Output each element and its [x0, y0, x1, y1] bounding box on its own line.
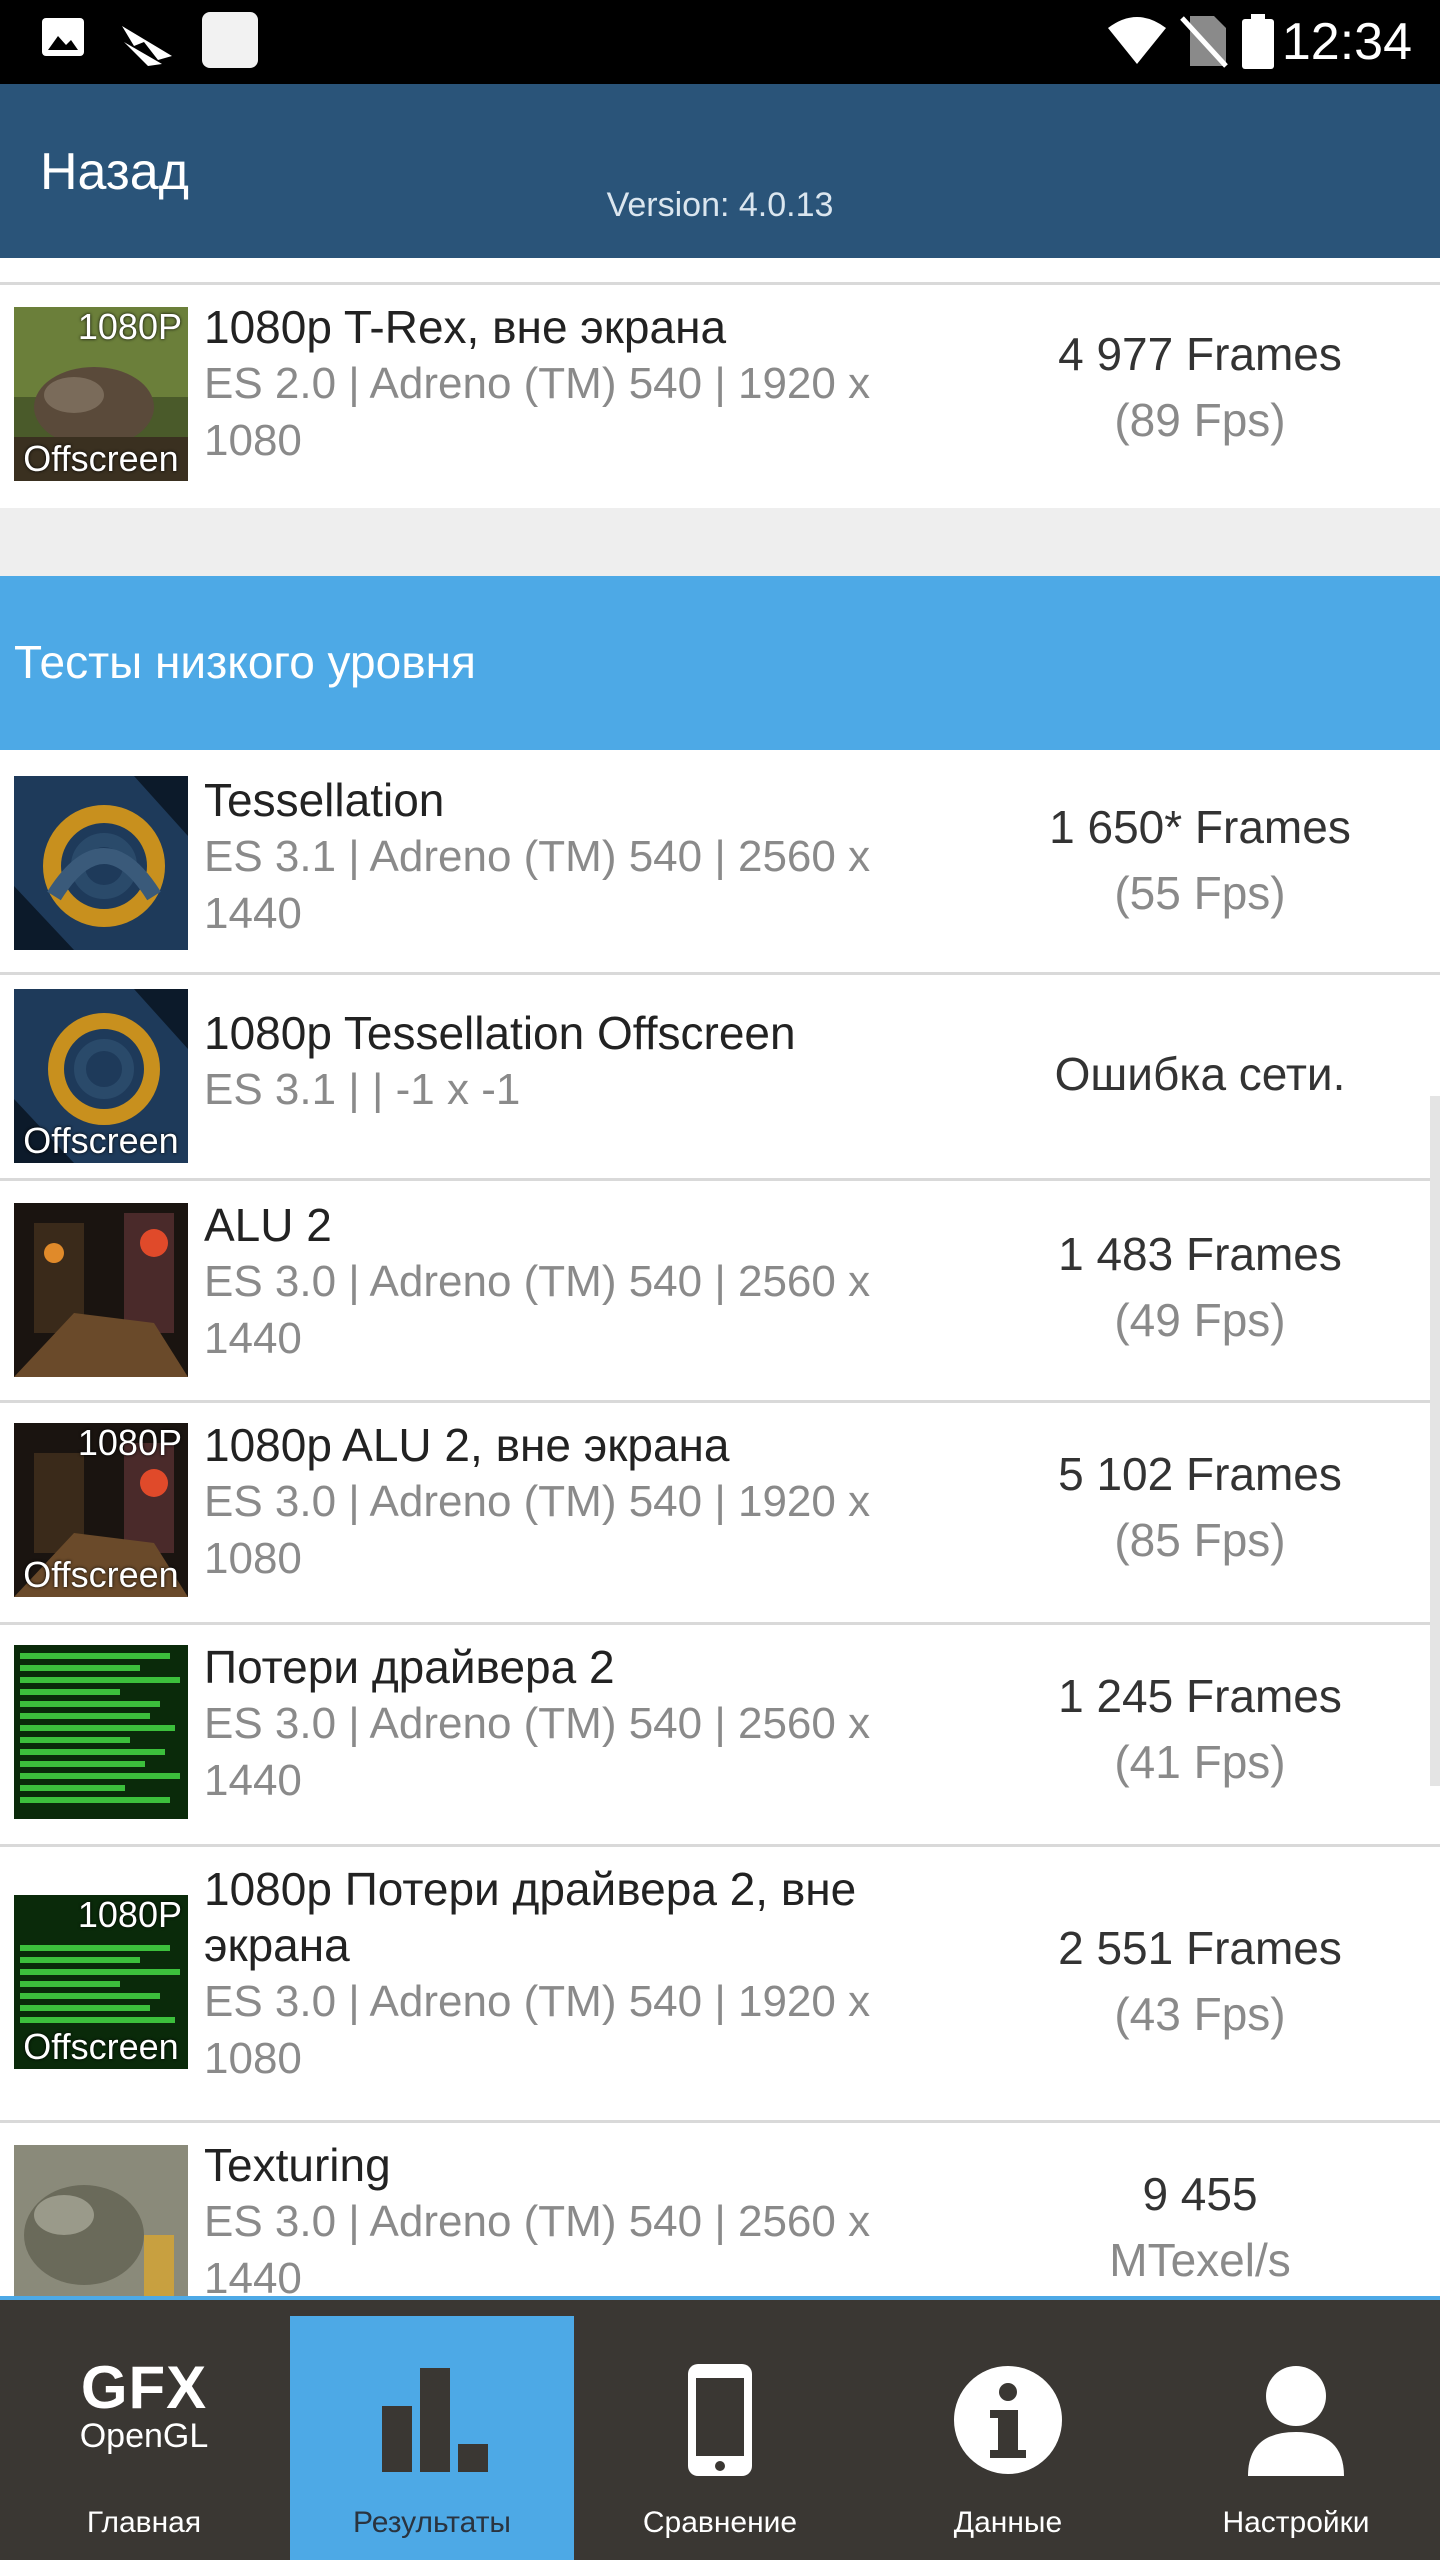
section-title: Тесты низкого уровня — [14, 636, 476, 688]
result-row-trex-offscreen[interactable]: 1080P Offscreen 1080p T-Rex, вне экрана … — [0, 285, 1440, 507]
results-list[interactable]: 1080P Offscreen 1080p T-Rex, вне экрана … — [0, 258, 1440, 2300]
thumb-badge-bottom: Offscreen — [23, 1554, 179, 1595]
nav-home[interactable]: GFX OpenGL Главная — [2, 2316, 286, 2560]
section-gap — [0, 508, 1440, 578]
fps-value: (41 Fps) — [1114, 1736, 1286, 1788]
nav-label: Сравнение — [642, 2506, 798, 2539]
test-subtitle: ES 3.0 | Adreno (TM) 540 | 2560 x 1440 — [204, 1257, 871, 1363]
test-thumbnail — [14, 2145, 188, 2300]
test-title: 1080p T-Rex, вне экрана — [204, 301, 727, 353]
gallery-icon — [40, 14, 86, 65]
fps-value: (49 Fps) — [1114, 1294, 1286, 1346]
test-score: 1 483 Frames (49 Fps) — [980, 1221, 1420, 1353]
result-row-texturing[interactable]: Texturing ES 3.0 | Adreno (TM) 540 | 256… — [0, 2123, 1440, 2300]
logo-gfx-text: GFX — [80, 2354, 208, 2421]
thumb-badge-top: 1080P — [77, 1895, 182, 1935]
test-title: 1080p Tessellation Offscreen — [204, 1007, 796, 1059]
test-score: 1 650* Frames (55 Fps) — [980, 794, 1420, 926]
thumb-badge-bottom: Offscreen — [23, 438, 179, 479]
nav-data[interactable]: Данные — [866, 2316, 1150, 2560]
test-thumbnail: 1080P Offscreen — [14, 307, 188, 481]
fps-value: MTexel/s — [1109, 2234, 1291, 2286]
score-value: 1 483 Frames — [1058, 1228, 1342, 1280]
test-subtitle: ES 3.0 | Adreno (TM) 540 | 1920 x 1080 — [204, 1477, 871, 1583]
scrollbar[interactable] — [1430, 1096, 1440, 1786]
test-subtitle: ES 3.0 | Adreno (TM) 540 | 2560 x 1440 — [204, 1699, 871, 1805]
no-sim-icon — [1180, 14, 1228, 73]
score-value: Ошибка сети. — [1054, 1048, 1346, 1100]
result-row-driver-overhead2-offscreen[interactable]: 1080P Offscreen 1080p Потери драйвера 2,… — [0, 1847, 1440, 2119]
thumb-badge-bottom: Offscreen — [23, 1120, 179, 1161]
result-row-driver-overhead2[interactable]: Потери драйвера 2 ES 3.0 | Adreno (TM) 5… — [0, 1625, 1440, 1843]
fps-value: (43 Fps) — [1114, 1988, 1286, 2040]
gfx-opengl-logo: GFX OpenGL — [2, 2354, 286, 2480]
test-subtitle: ES 3.1 | Adreno (TM) 540 | 2560 x 1440 — [204, 832, 871, 938]
app-icon — [200, 10, 260, 75]
test-score: 5 102 Frames (85 Fps) — [980, 1441, 1420, 1573]
test-score: 4 977 Frames (89 Fps) — [980, 321, 1420, 453]
test-score: Ошибка сети. — [980, 1041, 1420, 1107]
test-thumbnail: 1080P Offscreen — [14, 1895, 188, 2069]
test-thumbnail — [14, 776, 188, 950]
score-value: 2 551 Frames — [1058, 1922, 1342, 1974]
score-value: 9 455 — [1142, 2168, 1258, 2220]
thumb-badge-bottom: Offscreen — [23, 2026, 179, 2067]
test-title: ALU 2 — [204, 1199, 332, 1251]
version-label: Version: 4.0.13 — [0, 186, 1440, 225]
test-score: 1 245 Frames (41 Fps) — [980, 1663, 1420, 1795]
test-score: 9 455 MTexel/s — [980, 2161, 1420, 2293]
wifi-icon — [1106, 14, 1168, 71]
nav-compare[interactable]: Сравнение — [578, 2316, 862, 2560]
bottom-nav: GFX OpenGL Главная Результаты Сравнение — [0, 2300, 1440, 2560]
test-subtitle: ES 3.0 | Adreno (TM) 540 | 2560 x 1440 — [204, 2197, 871, 2300]
thumb-badge-top: 1080P — [77, 1423, 182, 1463]
flight-icon — [118, 12, 176, 75]
app-bar: Назад Version: 4.0.13 — [0, 84, 1440, 258]
result-row-alu2[interactable]: ALU 2 ES 3.0 | Adreno (TM) 540 | 2560 x … — [0, 1181, 1440, 1399]
test-subtitle: ES 2.0 | Adreno (TM) 540 | 1920 x 1080 — [204, 359, 871, 465]
result-row-tessellation[interactable]: Tessellation ES 3.1 | Adreno (TM) 540 | … — [0, 750, 1440, 970]
test-thumbnail — [14, 1645, 188, 1819]
test-subtitle: ES 3.0 | Adreno (TM) 540 | 1920 x 1080 — [204, 1977, 871, 2083]
fps-value: (55 Fps) — [1114, 867, 1286, 919]
test-title: Tessellation — [204, 774, 445, 826]
test-thumbnail: Offscreen — [14, 989, 188, 1163]
logo-opengl-text: OpenGL — [79, 2417, 209, 2455]
thumb-badge-top: 1080P — [77, 307, 182, 347]
result-row-alu2-offscreen[interactable]: 1080P Offscreen 1080p ALU 2, вне экрана … — [0, 1403, 1440, 1621]
score-value: 4 977 Frames — [1058, 328, 1342, 380]
nav-label: Настройки — [1222, 2506, 1370, 2539]
fps-value: (85 Fps) — [1114, 1514, 1286, 1566]
fps-value: (89 Fps) — [1114, 394, 1286, 446]
phone-icon — [578, 2360, 862, 2480]
test-title: 1080p Потери драйвера 2, вне экрана — [204, 1863, 857, 1971]
nav-label: Результаты — [353, 2506, 511, 2539]
status-bar: 12:34 — [0, 0, 1440, 84]
nav-label: Данные — [953, 2506, 1063, 2539]
nav-label: Главная — [86, 2506, 202, 2539]
test-title: 1080p ALU 2, вне экрана — [204, 1419, 730, 1471]
nav-results[interactable]: Результаты — [290, 2316, 574, 2560]
section-header: Тесты низкого уровня — [0, 576, 1440, 750]
score-value: 1 245 Frames — [1058, 1670, 1342, 1722]
test-title: Потери драйвера 2 — [204, 1641, 615, 1693]
test-thumbnail — [14, 1203, 188, 1377]
user-icon — [1154, 2360, 1438, 2480]
test-score: 2 551 Frames (43 Fps) — [980, 1915, 1420, 2047]
test-title: Texturing — [204, 2139, 391, 2191]
nav-settings[interactable]: Настройки — [1154, 2316, 1438, 2560]
bar-chart-icon — [290, 2360, 574, 2480]
test-subtitle: ES 3.1 | | -1 x -1 — [204, 1065, 521, 1114]
version-text: Version: 4.0.13 — [606, 186, 834, 224]
clock: 12:34 — [1281, 13, 1412, 71]
score-value: 1 650* Frames — [1049, 801, 1351, 853]
score-value: 5 102 Frames — [1058, 1448, 1342, 1500]
result-row-tessellation-offscreen[interactable]: Offscreen 1080p Tessellation Offscreen E… — [0, 975, 1440, 1177]
test-thumbnail: 1080P Offscreen — [14, 1423, 188, 1597]
battery-icon — [1240, 14, 1276, 75]
info-icon — [866, 2360, 1150, 2480]
